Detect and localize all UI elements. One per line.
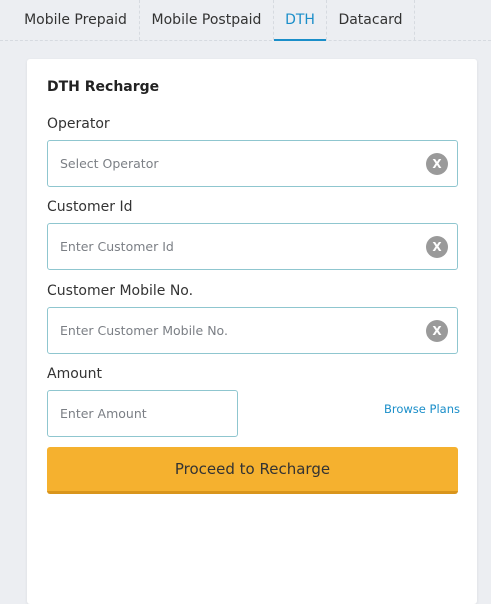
card-title: DTH Recharge (47, 79, 160, 95)
operator-placeholder: Select Operator (60, 156, 159, 171)
tab-dth[interactable]: DTH (274, 0, 327, 41)
tab-mobile-postpaid[interactable]: Mobile Postpaid (140, 0, 274, 40)
amount-label: Amount (47, 366, 103, 382)
amount-placeholder: Enter Amount (60, 406, 147, 421)
customer-id-placeholder: Enter Customer Id (60, 239, 174, 254)
clear-customer-mobile-icon[interactable]: X (426, 320, 448, 342)
tab-datacard[interactable]: Datacard (327, 0, 415, 40)
customer-id-label: Customer Id (47, 199, 133, 215)
customer-mobile-input[interactable]: Enter Customer Mobile No. X (47, 307, 458, 354)
dth-recharge-card: DTH Recharge Operator Select Operator X … (27, 59, 477, 604)
browse-plans-link[interactable]: Browse Plans (384, 402, 460, 416)
recharge-tabs: Mobile Prepaid Mobile Postpaid DTH Datac… (0, 0, 491, 41)
customer-mobile-placeholder: Enter Customer Mobile No. (60, 323, 228, 338)
clear-operator-icon[interactable]: X (426, 153, 448, 175)
operator-select[interactable]: Select Operator X (47, 140, 458, 187)
customer-id-input[interactable]: Enter Customer Id X (47, 223, 458, 270)
tab-mobile-prepaid[interactable]: Mobile Prepaid (12, 0, 140, 40)
operator-label: Operator (47, 116, 110, 132)
clear-customer-id-icon[interactable]: X (426, 236, 448, 258)
customer-mobile-label: Customer Mobile No. (47, 283, 194, 299)
amount-input[interactable]: Enter Amount (47, 390, 238, 437)
proceed-to-recharge-button[interactable]: Proceed to Recharge (47, 447, 458, 494)
